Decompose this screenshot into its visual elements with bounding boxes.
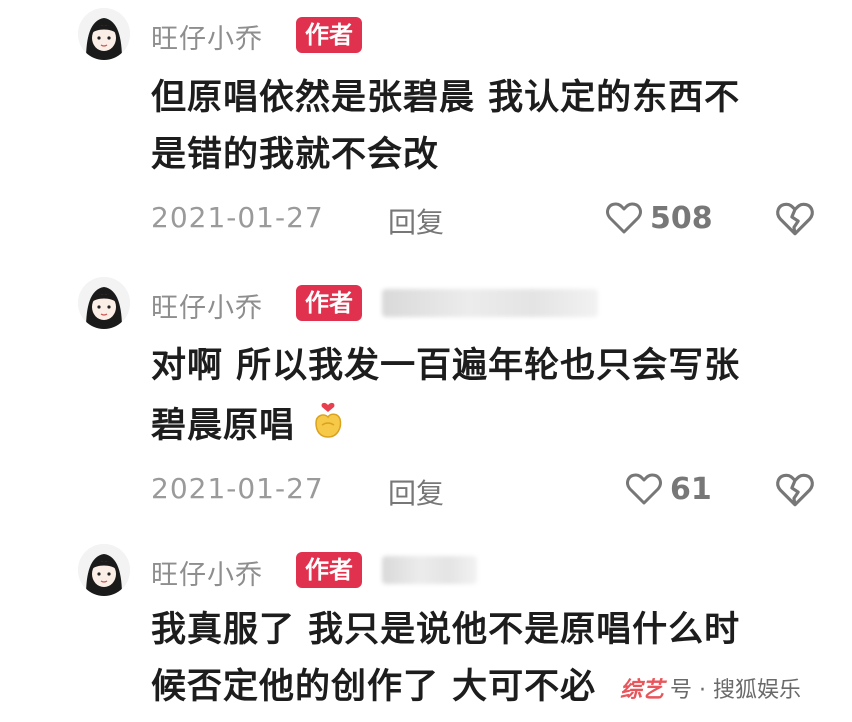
heart-outline-icon — [604, 198, 644, 238]
avatar[interactable] — [78, 544, 130, 596]
username[interactable]: 旺仔小乔 — [151, 553, 263, 592]
comment-text-line: 碧晨原唱 — [151, 395, 811, 459]
avatar[interactable] — [78, 277, 130, 329]
blurred-reply-target — [382, 289, 598, 317]
comment-text-line: 是错的我就不会改 — [151, 135, 440, 175]
comment-text: 但原唱依然是张碧晨 我认定的东西不 是错的我就不会改 — [151, 70, 811, 184]
username[interactable]: 旺仔小乔 — [151, 17, 263, 56]
like-count: 508 — [650, 200, 713, 236]
username[interactable]: 旺仔小乔 — [151, 286, 263, 325]
comment-text-line: 我真服了 我只是说他不是原唱什么时 — [151, 610, 741, 650]
broken-heart-icon[interactable] — [774, 198, 816, 240]
comment-text-line: 对啊 所以我发一百遍年轮也只会写张 — [151, 346, 741, 386]
reply-button[interactable]: 回复 — [388, 201, 444, 241]
author-badge: 作者 — [296, 17, 362, 53]
comment-text-line: 但原唱依然是张碧晨 我认定的东西不 — [151, 78, 741, 118]
comment-date: 2021-01-27 — [151, 472, 324, 505]
watermark: 综艺 号 · 搜狐娱乐 — [620, 672, 801, 704]
blurred-reply-target — [382, 556, 477, 584]
finger-heart-emoji — [308, 395, 348, 459]
reply-button[interactable]: 回复 — [388, 472, 444, 512]
watermark-logo: 综艺 — [620, 678, 665, 703]
author-badge: 作者 — [296, 552, 362, 588]
author-badge: 作者 — [296, 285, 362, 321]
comment-text-fragment: 碧晨原唱 — [151, 406, 296, 446]
comment-text: 对啊 所以我发一百遍年轮也只会写张 碧晨原唱 — [151, 338, 811, 459]
broken-heart-icon[interactable] — [774, 469, 816, 511]
like-count: 61 — [670, 471, 712, 507]
comment-date: 2021-01-27 — [151, 201, 324, 234]
heart-outline-icon — [624, 469, 664, 509]
avatar[interactable] — [78, 8, 130, 60]
watermark-text: 号 · 搜狐娱乐 — [670, 678, 801, 703]
like-button[interactable]: 508 — [604, 198, 713, 238]
like-button[interactable]: 61 — [624, 469, 712, 509]
